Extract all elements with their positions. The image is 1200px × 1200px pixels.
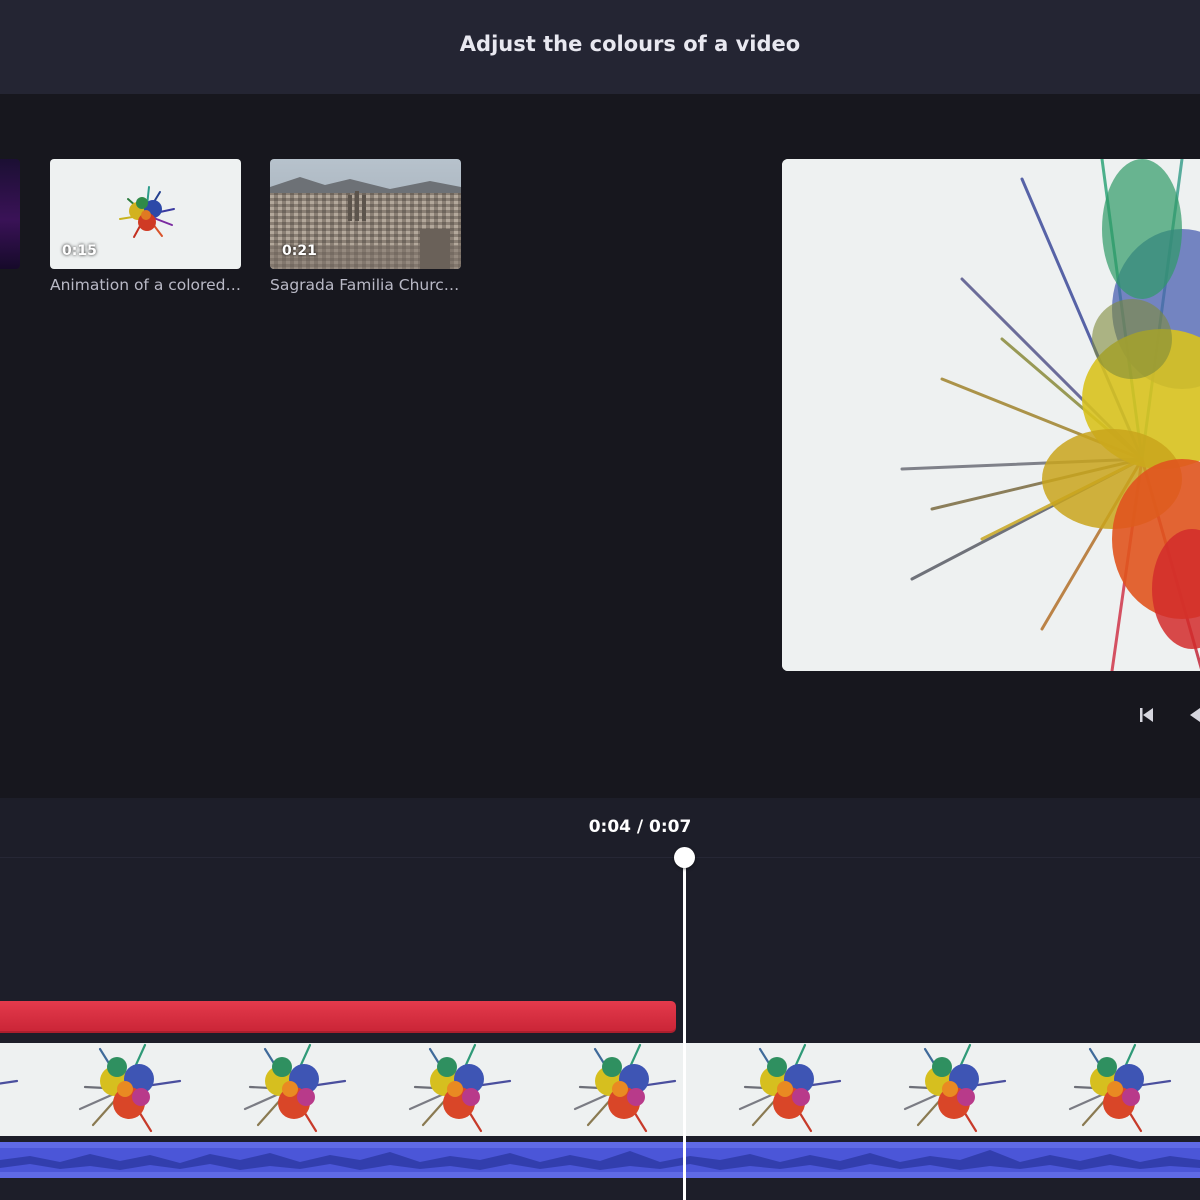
media-item[interactable]: 0:15 Animation of a colored … [50, 159, 241, 294]
media-item[interactable]: 0:21 Sagrada Familia Church… [270, 159, 461, 294]
duration-badge: 0:15 [62, 243, 97, 259]
media-thumbnail[interactable]: 0:15 [50, 159, 241, 269]
rewind-icon [1190, 708, 1200, 722]
workspace: 0:15 Animation of a colored … 0:21 Sagra… [0, 94, 1200, 798]
audio-waveform [0, 1142, 1200, 1178]
video-preview[interactable] [782, 159, 1200, 671]
colored-burst-preview [782, 159, 1200, 671]
text-track-clip[interactable] [0, 1001, 676, 1033]
playhead-handle[interactable] [674, 847, 695, 868]
rewind-button[interactable] [1188, 706, 1200, 724]
page-title: Adjust the colours of a video [459, 32, 801, 56]
video-track-clip[interactable] [0, 1043, 1200, 1136]
media-thumbnail[interactable]: 0:21 [270, 159, 461, 269]
duration-badge: 0:21 [282, 243, 317, 259]
timeline-ruler [0, 857, 1200, 858]
app-header: Adjust the colours of a video [0, 0, 1200, 95]
skip-to-start-button[interactable] [1138, 706, 1156, 724]
audio-track-clip[interactable] [0, 1142, 1200, 1178]
media-title: Sagrada Familia Church… [270, 276, 461, 294]
time-readout: 0:04 / 0:07 [588, 817, 692, 837]
video-filmstrip [0, 1043, 1172, 1133]
playhead-line[interactable] [683, 858, 686, 1200]
skip-back-icon [1140, 708, 1153, 722]
media-title: Animation of a colored … [50, 276, 241, 294]
media-item-partial[interactable] [0, 159, 20, 269]
timeline-panel: 0:04 / 0:07 [0, 798, 1200, 1200]
